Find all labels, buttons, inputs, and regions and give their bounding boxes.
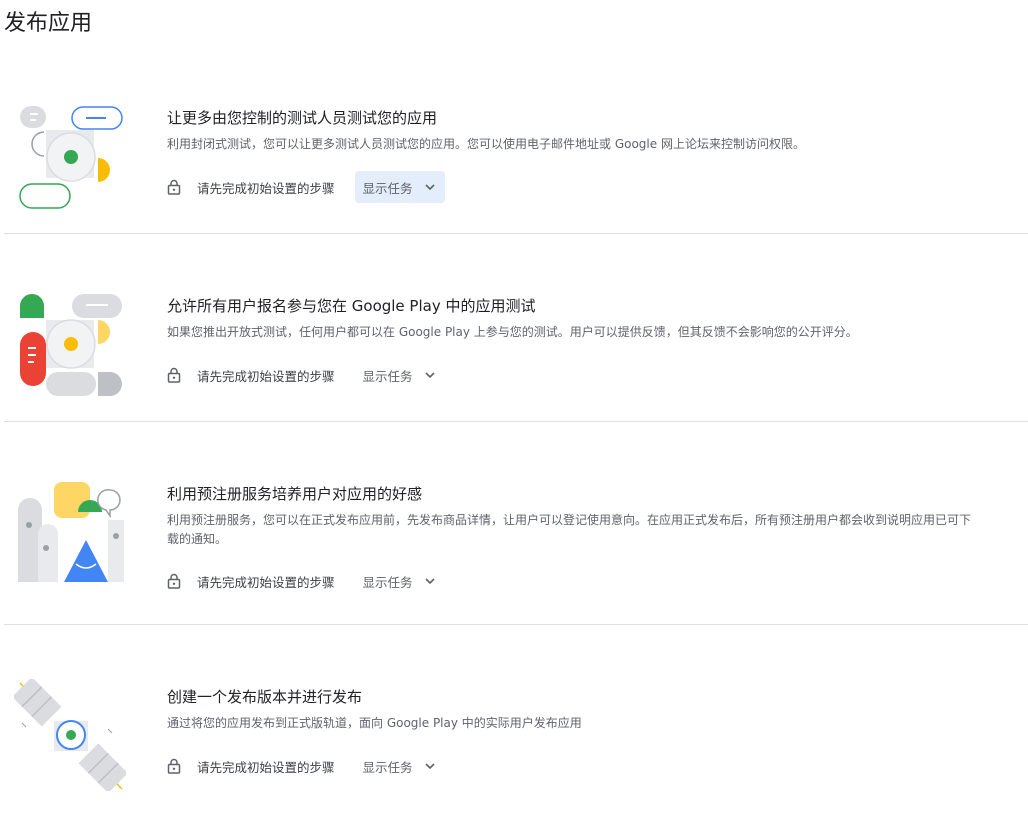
locked-status-label: 请先完成初始设置的步骤 [197, 180, 335, 196]
section-actions: 请先完成初始设置的步骤 显示任务 [167, 171, 445, 203]
section-title: 允许所有用户报名参与您在 Google Play 中的应用测试 [167, 297, 536, 315]
section-open-testing: 允许所有用户报名参与您在 Google Play 中的应用测试 如果您推出开放式… [0, 234, 1028, 422]
section-title: 利用预注册服务培养用户对应用的好感 [167, 485, 423, 503]
section-title: 创建一个发布版本并进行发布 [167, 688, 363, 706]
lock-icon [167, 179, 181, 195]
locked-status-label: 请先完成初始设置的步骤 [197, 574, 335, 590]
section-description: 利用预注册服务，您可以在正式发布应用前，先发布商品详情，让用户可以登记使用意向。… [167, 513, 972, 546]
section-production-release: 创建一个发布版本并进行发布 通过将您的应用发布到正式版轨道，面向 Google … [0, 625, 1028, 815]
section-pre-registration: 利用预注册服务培养用户对应用的好感 利用预注册服务，您可以在正式发布应用前，先发… [0, 422, 1028, 625]
lock-icon [167, 758, 181, 774]
show-tasks-button[interactable]: 显示任务 [355, 359, 445, 391]
show-tasks-label: 显示任务 [362, 180, 413, 196]
lock-icon [167, 573, 181, 589]
locked-status-label: 请先完成初始设置的步骤 [197, 759, 335, 775]
section-title: 让更多由您控制的测试人员测试您的应用 [167, 109, 438, 127]
show-tasks-label: 显示任务 [362, 368, 413, 384]
show-tasks-button[interactable]: 显示任务 [355, 750, 445, 782]
section-actions: 请先完成初始设置的步骤 显示任务 [167, 359, 445, 391]
show-tasks-label: 显示任务 [362, 574, 413, 590]
show-tasks-button[interactable]: 显示任务 [354, 171, 445, 203]
section-actions: 请先完成初始设置的步骤 显示任务 [167, 565, 445, 597]
section-description: 通过将您的应用发布到正式版轨道，面向 Google Play 中的实际用户发布应… [167, 716, 582, 730]
chevron-down-icon [424, 578, 435, 585]
open-testing-illustration-icon [20, 294, 122, 396]
section-closed-testing: 让更多由您控制的测试人员测试您的应用 利用封闭式测试，您可以让更多测试人员测试您… [0, 50, 1028, 234]
chevron-down-icon [424, 372, 435, 379]
pre-registration-illustration-icon [18, 482, 124, 582]
section-actions: 请先完成初始设置的步骤 显示任务 [167, 750, 445, 782]
show-tasks-label: 显示任务 [362, 759, 413, 775]
page-title: 发布应用 [4, 11, 93, 36]
chevron-down-icon [424, 184, 435, 191]
section-description: 利用封闭式测试，您可以让更多测试人员测试您的应用。您可以使用电子邮件地址或 Go… [167, 137, 805, 151]
section-description: 如果您推出开放式测试，任何用户都可以在 Google Play 上参与您的测试。… [167, 325, 858, 339]
chevron-down-icon [424, 763, 435, 770]
locked-status-label: 请先完成初始设置的步骤 [197, 368, 335, 384]
lock-icon [167, 367, 181, 383]
show-tasks-button[interactable]: 显示任务 [355, 565, 445, 597]
closed-testing-illustration-icon [19, 106, 123, 209]
production-release-illustration-icon [14, 679, 126, 791]
